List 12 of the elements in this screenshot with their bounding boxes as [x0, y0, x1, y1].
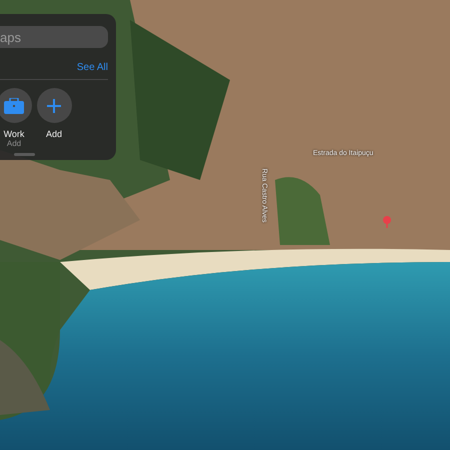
briefcase-icon — [4, 98, 24, 114]
search-field[interactable]: aps — [0, 26, 108, 48]
see-all-link[interactable]: See All — [76, 62, 108, 73]
map-pin-icon[interactable] — [383, 216, 391, 228]
drag-handle[interactable] — [14, 153, 35, 156]
favorite-button[interactable]: Work Add — [0, 88, 32, 148]
favorite-label: Add — [46, 129, 62, 139]
plus-icon — [47, 98, 61, 112]
favorite-sublabel: Add — [6, 139, 22, 148]
favorite-label: Work — [4, 129, 24, 139]
favorite-button[interactable]: Add — [36, 88, 72, 148]
satellite-map-drawing[interactable] — [0, 0, 450, 450]
